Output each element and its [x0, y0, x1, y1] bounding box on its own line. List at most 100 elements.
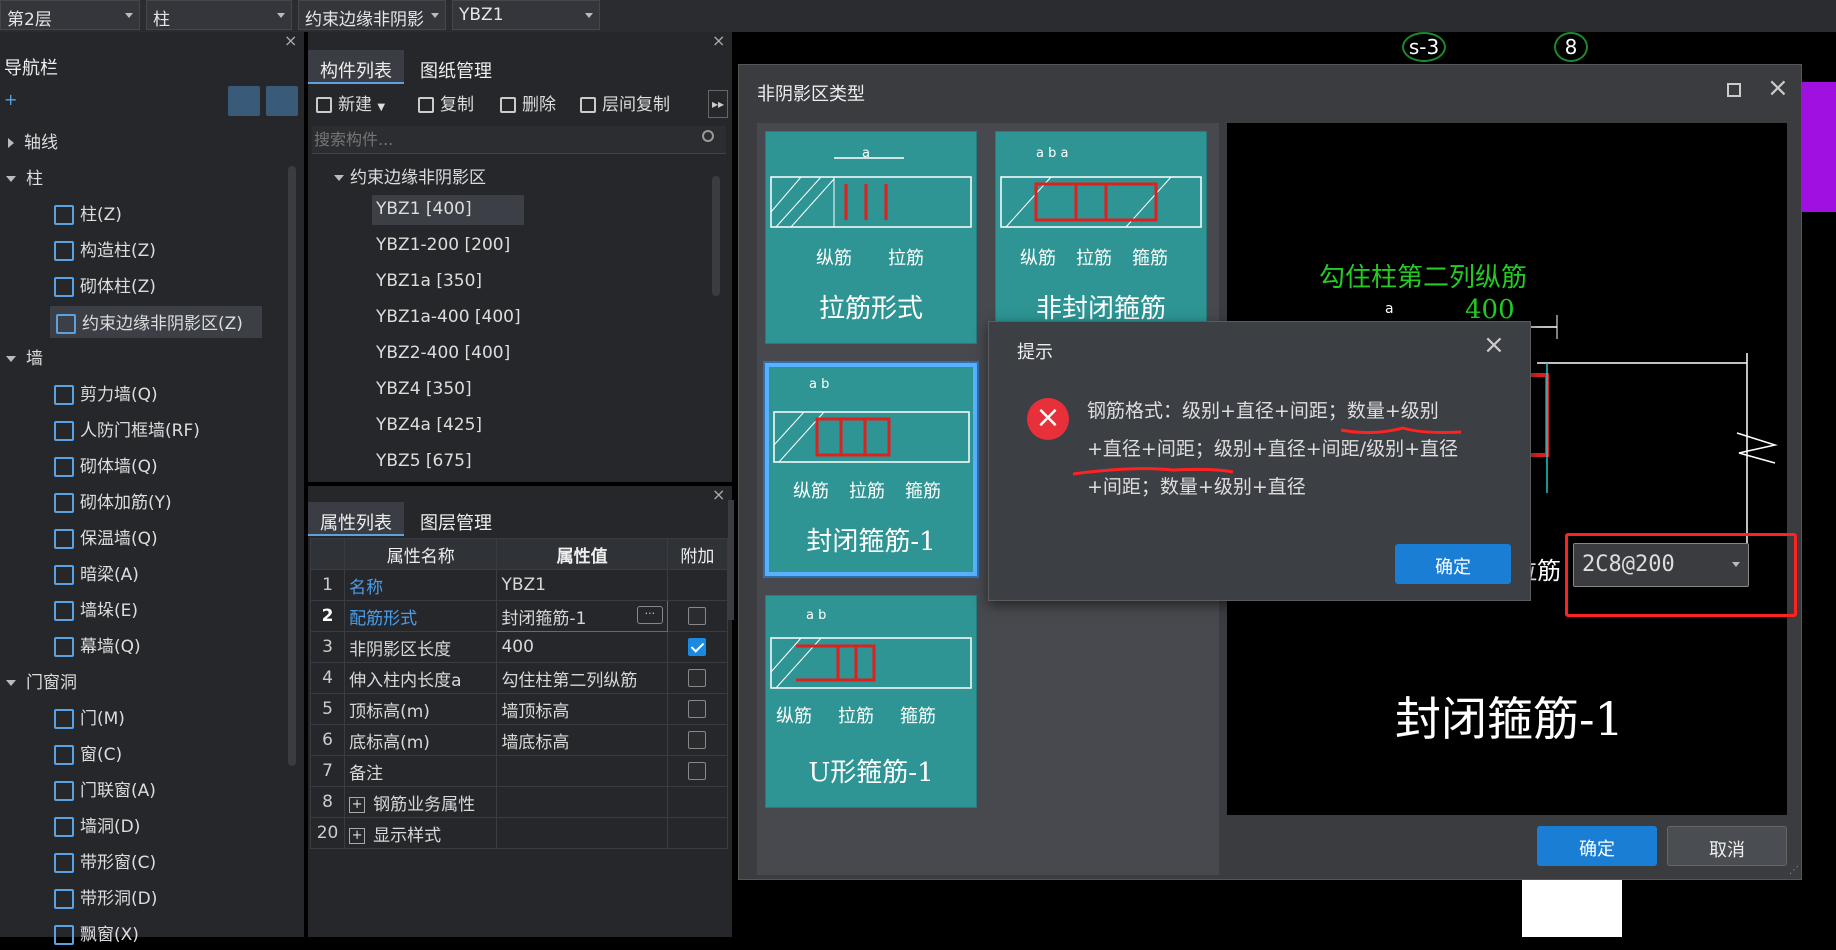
nav-item-wall-hole[interactable]: 墙洞(D) [54, 812, 140, 842]
nav-group-label: 门窗洞 [26, 673, 77, 693]
prop-value[interactable]: 400 [496, 631, 668, 663]
dialog-ok-button[interactable]: 确定 [1537, 826, 1657, 866]
nav-item-bay-window[interactable]: 飘窗(X) [54, 920, 139, 950]
nav-item-wall-pier[interactable]: 墙垛(E) [54, 596, 138, 626]
nav-item-hidden-beam[interactable]: 暗梁(A) [54, 560, 139, 590]
nav-item-construct-column[interactable]: 构造柱(Z) [54, 236, 156, 266]
close-icon[interactable]: × [1767, 73, 1789, 103]
nav-scrollbar[interactable] [288, 166, 296, 766]
floor-select[interactable]: 第2层 [0, 0, 140, 30]
list-view-icon[interactable] [228, 86, 260, 116]
prop-value[interactable]: 墙顶标高 [496, 693, 668, 725]
list-item[interactable]: YBZ4 [350] [372, 375, 476, 405]
card-closed-stirrup-1[interactable]: a b 纵筋 拉筋 箍筋 封闭箍筋-1 [765, 363, 977, 576]
nav-group-wall[interactable]: 墙 [6, 344, 43, 374]
nav-item-curtain-wall[interactable]: 幕墙(Q) [54, 632, 141, 662]
nav-group-axis[interactable]: 轴线 [8, 128, 58, 158]
prop-value[interactable]: YBZ1 [496, 569, 668, 601]
new-button[interactable]: 新建 ▼ [316, 90, 385, 115]
detail-view-icon[interactable] [266, 86, 298, 116]
prop-name-group[interactable]: + 钢筋业务属性 [344, 786, 498, 818]
table-row[interactable]: 1 名称 YBZ1 [309, 569, 729, 601]
table-row[interactable]: 2 配筋形式 封闭箍筋-1 ··· [309, 600, 729, 632]
card-u-stirrup-1[interactable]: a b 纵筋 拉筋 箍筋 U形箍筋-1 [765, 595, 977, 808]
expand-plus-icon[interactable]: + [349, 827, 366, 844]
tab-property-list[interactable]: 属性列表 [308, 502, 404, 536]
dialog-cancel-button[interactable]: 取消 [1667, 826, 1787, 866]
category-select-value: 柱 [153, 10, 170, 30]
extra-checkbox[interactable] [688, 607, 707, 625]
add-icon[interactable]: + [4, 90, 17, 109]
extra-checkbox[interactable] [688, 669, 707, 687]
ellipsis-icon[interactable]: ··· [636, 606, 663, 624]
close-icon[interactable]: × [712, 33, 726, 49]
nav-group-openings[interactable]: 门窗洞 [6, 668, 77, 698]
card-tag: 箍筋 [1132, 248, 1168, 269]
list-item[interactable]: YBZ1 [400] [372, 195, 524, 225]
list-item[interactable]: YBZ1a-400 [400] [372, 303, 525, 333]
prop-name-group[interactable]: + 显示样式 [344, 817, 498, 849]
nav-item-door-window[interactable]: 门联窗(A) [54, 776, 156, 806]
floor-copy-button[interactable]: 层间复制 [580, 90, 670, 115]
tab-drawing-manage[interactable]: 图纸管理 [408, 50, 504, 84]
extra-checkbox[interactable] [688, 731, 707, 749]
message-ok-button[interactable]: 确定 [1395, 544, 1511, 584]
nav-item-door[interactable]: 门(M) [54, 704, 125, 734]
nav-item-strip-window[interactable]: 带形窗(C) [54, 848, 156, 878]
table-row[interactable]: 4 伸入柱内长度a 勾住柱第二列纵筋 [309, 662, 729, 694]
nav-item-shear-wall[interactable]: 剪力墙(Q) [54, 380, 158, 410]
nav-item-constraint-edge[interactable]: 约束边缘非阴影区(Z) [50, 306, 262, 338]
table-row[interactable]: 7 备注 [309, 755, 729, 787]
table-row[interactable]: 8 + 钢筋业务属性 [309, 786, 729, 818]
component-search[interactable] [312, 126, 726, 154]
floor-select-value: 第2层 [7, 10, 52, 30]
prop-value[interactable]: 墙底标高 [496, 724, 668, 756]
list-item[interactable]: YBZ4a [425] [372, 411, 486, 441]
close-icon[interactable]: × [712, 487, 726, 503]
category-select[interactable]: 柱 [146, 0, 292, 30]
more-tools-icon[interactable]: ▸▸ [708, 90, 728, 118]
nav-item-strip-hole[interactable]: 带形洞(D) [54, 884, 157, 914]
nav-item-masonry-wall[interactable]: 砌体墙(Q) [54, 452, 158, 482]
delete-button[interactable]: 删除 [500, 90, 556, 115]
card-tie-form[interactable]: a 纵筋 拉筋 拉筋形式 [765, 131, 977, 344]
expand-icon [8, 138, 14, 148]
list-item[interactable]: YBZ1-200 [200] [372, 231, 514, 261]
card-open-stirrup[interactable]: a b a 纵筋 拉筋 箍筋 非封闭箍筋 [995, 131, 1207, 344]
table-row[interactable]: 6 底标高(m) 墙底标高 [309, 724, 729, 756]
maximize-icon[interactable] [1727, 83, 1741, 97]
tree-group-constraint[interactable]: 约束边缘非阴影区 [334, 163, 486, 188]
list-scrollbar[interactable] [712, 176, 720, 296]
prop-value[interactable]: 勾住柱第二列纵筋 [496, 662, 668, 694]
nav-item-column[interactable]: 柱(Z) [54, 200, 122, 230]
component-select[interactable]: YBZ1 [452, 0, 600, 30]
table-row[interactable]: 3 非阴影区长度 400 [309, 631, 729, 663]
resize-grip-icon[interactable]: ⋰ [1789, 865, 1799, 876]
nav-group-column[interactable]: 柱 [6, 164, 43, 194]
masonry-wall-icon [54, 457, 74, 477]
subtype-select[interactable]: 约束边缘非阴影 [298, 0, 446, 30]
splitter-handle[interactable] [728, 500, 734, 620]
nav-item-insulation-wall[interactable]: 保温墙(Q) [54, 524, 158, 554]
expand-plus-icon[interactable]: + [349, 796, 366, 813]
close-icon[interactable]: × [1483, 330, 1505, 360]
extra-checkbox[interactable] [688, 762, 707, 780]
table-row[interactable]: 5 顶标高(m) 墙顶标高 [309, 693, 729, 725]
copy-button[interactable]: 复制 [418, 90, 474, 115]
list-item[interactable]: YBZ1a [350] [372, 267, 486, 297]
table-row[interactable]: 20 + 显示样式 [309, 817, 729, 849]
list-item[interactable]: YBZ5 [675] [372, 447, 476, 477]
close-icon[interactable]: × [284, 33, 298, 49]
prop-value[interactable] [496, 755, 668, 787]
extra-checkbox[interactable] [688, 638, 707, 656]
extra-checkbox[interactable] [688, 700, 707, 718]
nav-item-masonry-rebar[interactable]: 砌体加筋(Y) [54, 488, 172, 518]
nav-item-civil-defense-wall[interactable]: 人防门框墙(RF) [54, 416, 200, 446]
tab-layer-manage[interactable]: 图层管理 [408, 502, 504, 536]
list-item[interactable]: YBZ2-400 [400] [372, 339, 514, 369]
component-search-input[interactable] [312, 126, 682, 152]
nav-item-masonry-column[interactable]: 砌体柱(Z) [54, 272, 156, 302]
nav-item-window[interactable]: 窗(C) [54, 740, 122, 770]
prop-value-editor[interactable]: 封闭箍筋-1 ··· [496, 600, 668, 632]
tab-component-list[interactable]: 构件列表 [308, 50, 404, 84]
